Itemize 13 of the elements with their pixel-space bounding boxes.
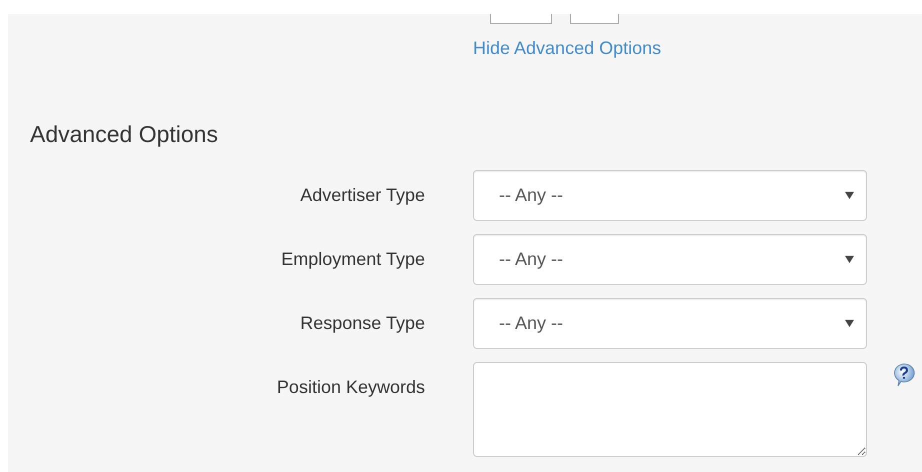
dropdown[interactable]: -- Any -- — [473, 170, 867, 221]
help-icon[interactable] — [891, 362, 917, 388]
field-label: Advertiser Type — [299, 184, 425, 206]
caret-icon — [845, 255, 854, 264]
dropdown[interactable]: -- Any -- — [473, 234, 867, 285]
keywords-field[interactable] — [473, 362, 867, 457]
caret-icon — [845, 191, 854, 200]
field-label: Response Type — [299, 312, 425, 334]
dropdown[interactable]: -- Any -- — [473, 298, 867, 349]
caret-icon — [845, 319, 854, 328]
section-title: Advanced Options — [30, 121, 219, 148]
field-label: Position Keywords — [276, 376, 425, 398]
field-label: Employment Type — [280, 248, 425, 270]
